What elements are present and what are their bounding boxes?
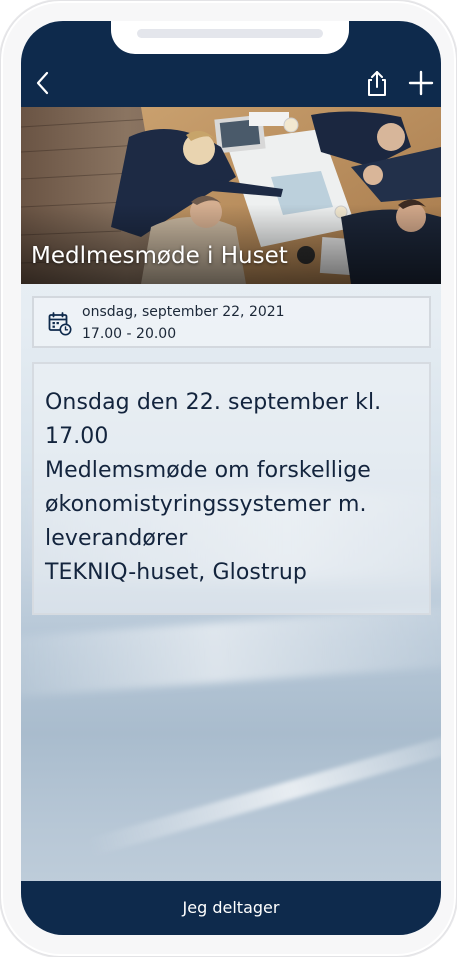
calendar-clock-icon <box>48 312 72 336</box>
description-line: leverandører <box>45 526 188 551</box>
description-line: 17.00 <box>45 424 109 449</box>
description-line: økonomistyringssystemer m. <box>45 492 367 517</box>
bottom-action-bar: Jeg deltager <box>21 881 441 935</box>
event-description-card: Onsdag den 22. september kl. 17.00 Medle… <box>32 362 431 615</box>
event-time: 17.00 - 20.00 <box>82 326 177 342</box>
plus-icon <box>408 70 434 96</box>
event-date: onsdag, september 22, 2021 <box>82 304 285 320</box>
add-button[interactable] <box>407 69 435 97</box>
event-title: Medlmesmøde i Huset <box>31 243 288 269</box>
top-nav-bar <box>21 21 441 107</box>
share-icon <box>368 71 386 96</box>
device-notch <box>111 21 349 54</box>
description-line: Medlemsmøde om forskellige <box>45 458 371 483</box>
join-event-button[interactable]: Jeg deltager <box>131 893 331 923</box>
back-button[interactable] <box>31 69 55 97</box>
app-screen: Medlmesmøde i Huset onsdag, september 22… <box>21 21 441 935</box>
description-line: Onsdag den 22. september kl. <box>45 390 382 415</box>
share-button[interactable] <box>365 69 389 97</box>
description-line: TEKNIQ-huset, Glostrup <box>45 560 307 585</box>
event-date-card: onsdag, september 22, 2021 17.00 - 20.00 <box>32 296 431 348</box>
chevron-left-icon <box>36 71 49 95</box>
phone-frame: Medlmesmøde i Huset onsdag, september 22… <box>0 0 457 957</box>
